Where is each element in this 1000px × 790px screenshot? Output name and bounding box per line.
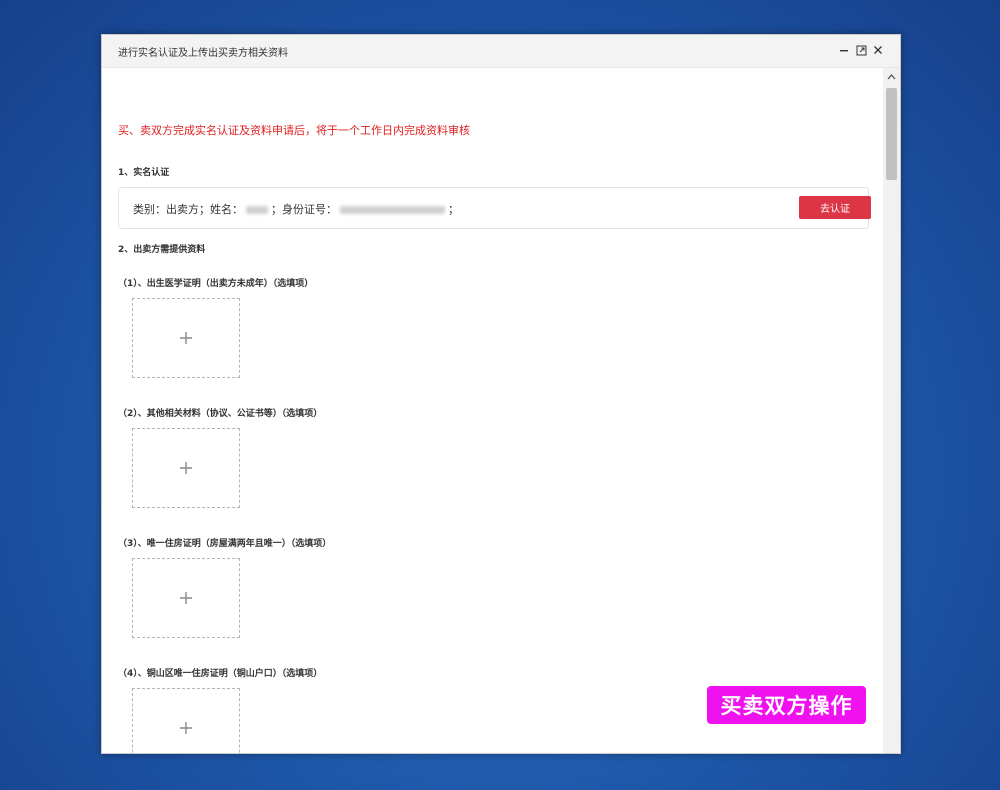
scroll-up-arrow-icon[interactable]: [887, 72, 896, 81]
review-notice: 买、卖双方完成实名认证及资料申请后，将于一个工作日内完成资料审核: [118, 124, 470, 137]
scrollbar-thumb[interactable]: [886, 88, 897, 180]
redacted-name: [246, 206, 268, 214]
close-icon[interactable]: [870, 42, 886, 58]
plus-icon: [180, 592, 192, 604]
desktop-background: { "dialog": { "title": "进行实名认证及上传出买卖方相关资…: [0, 0, 1000, 790]
identity-suffix: ；: [448, 203, 459, 216]
maximize-icon[interactable]: [853, 42, 869, 58]
item-label-sole-housing: （3）、唯一住房证明（房屋满两年且唯一）（选填项）: [118, 539, 332, 549]
identity-mid: ；身份证号：: [271, 203, 337, 216]
section-realname-title: 1、实名认证: [118, 168, 170, 178]
dialog-title: 进行实名认证及上传出买卖方相关资料: [118, 48, 288, 59]
item-label-tongshan-housing: （4）、铜山区唯一住房证明（铜山户口）（选填项）: [118, 669, 323, 679]
minimize-icon[interactable]: [836, 42, 852, 58]
upload-box-birth-certificate[interactable]: [132, 298, 240, 378]
upload-box-sole-housing[interactable]: [132, 558, 240, 638]
dialog-content: 买、卖双方完成实名认证及资料申请后，将于一个工作日内完成资料审核 1、实名认证 …: [102, 68, 883, 753]
identity-info-box: 类别：出卖方；姓名： ；身份证号： ； 去认证: [118, 187, 871, 229]
upload-box-tongshan-housing[interactable]: [132, 688, 240, 753]
upload-box-other-materials[interactable]: [132, 428, 240, 508]
identity-info-line: 类别：出卖方；姓名： ；身份证号： ；: [133, 201, 459, 217]
plus-icon: [180, 722, 192, 734]
item-label-birth-certificate: （1）、出生医学证明（出卖方未成年）（选填项）: [118, 279, 314, 289]
identity-prefix: 类别：出卖方；姓名：: [133, 203, 243, 216]
redacted-id-number: [340, 206, 445, 214]
section-documents-title: 2、出卖方需提供资料: [118, 245, 206, 255]
vertical-scrollbar[interactable]: [883, 68, 900, 753]
item-label-other-materials: （2）、其他相关材料（协议、公证书等）（选填项）: [118, 409, 323, 419]
upload-dialog: 进行实名认证及上传出买卖方相关资料 买、卖双方完成实名认证及资料申请后，将于一个…: [101, 34, 901, 754]
plus-icon: [180, 332, 192, 344]
verify-button[interactable]: 去认证: [799, 196, 871, 219]
dialog-titlebar: 进行实名认证及上传出买卖方相关资料: [102, 35, 900, 68]
plus-icon: [180, 462, 192, 474]
buyer-seller-operation-badge: 买卖双方操作: [707, 686, 866, 724]
